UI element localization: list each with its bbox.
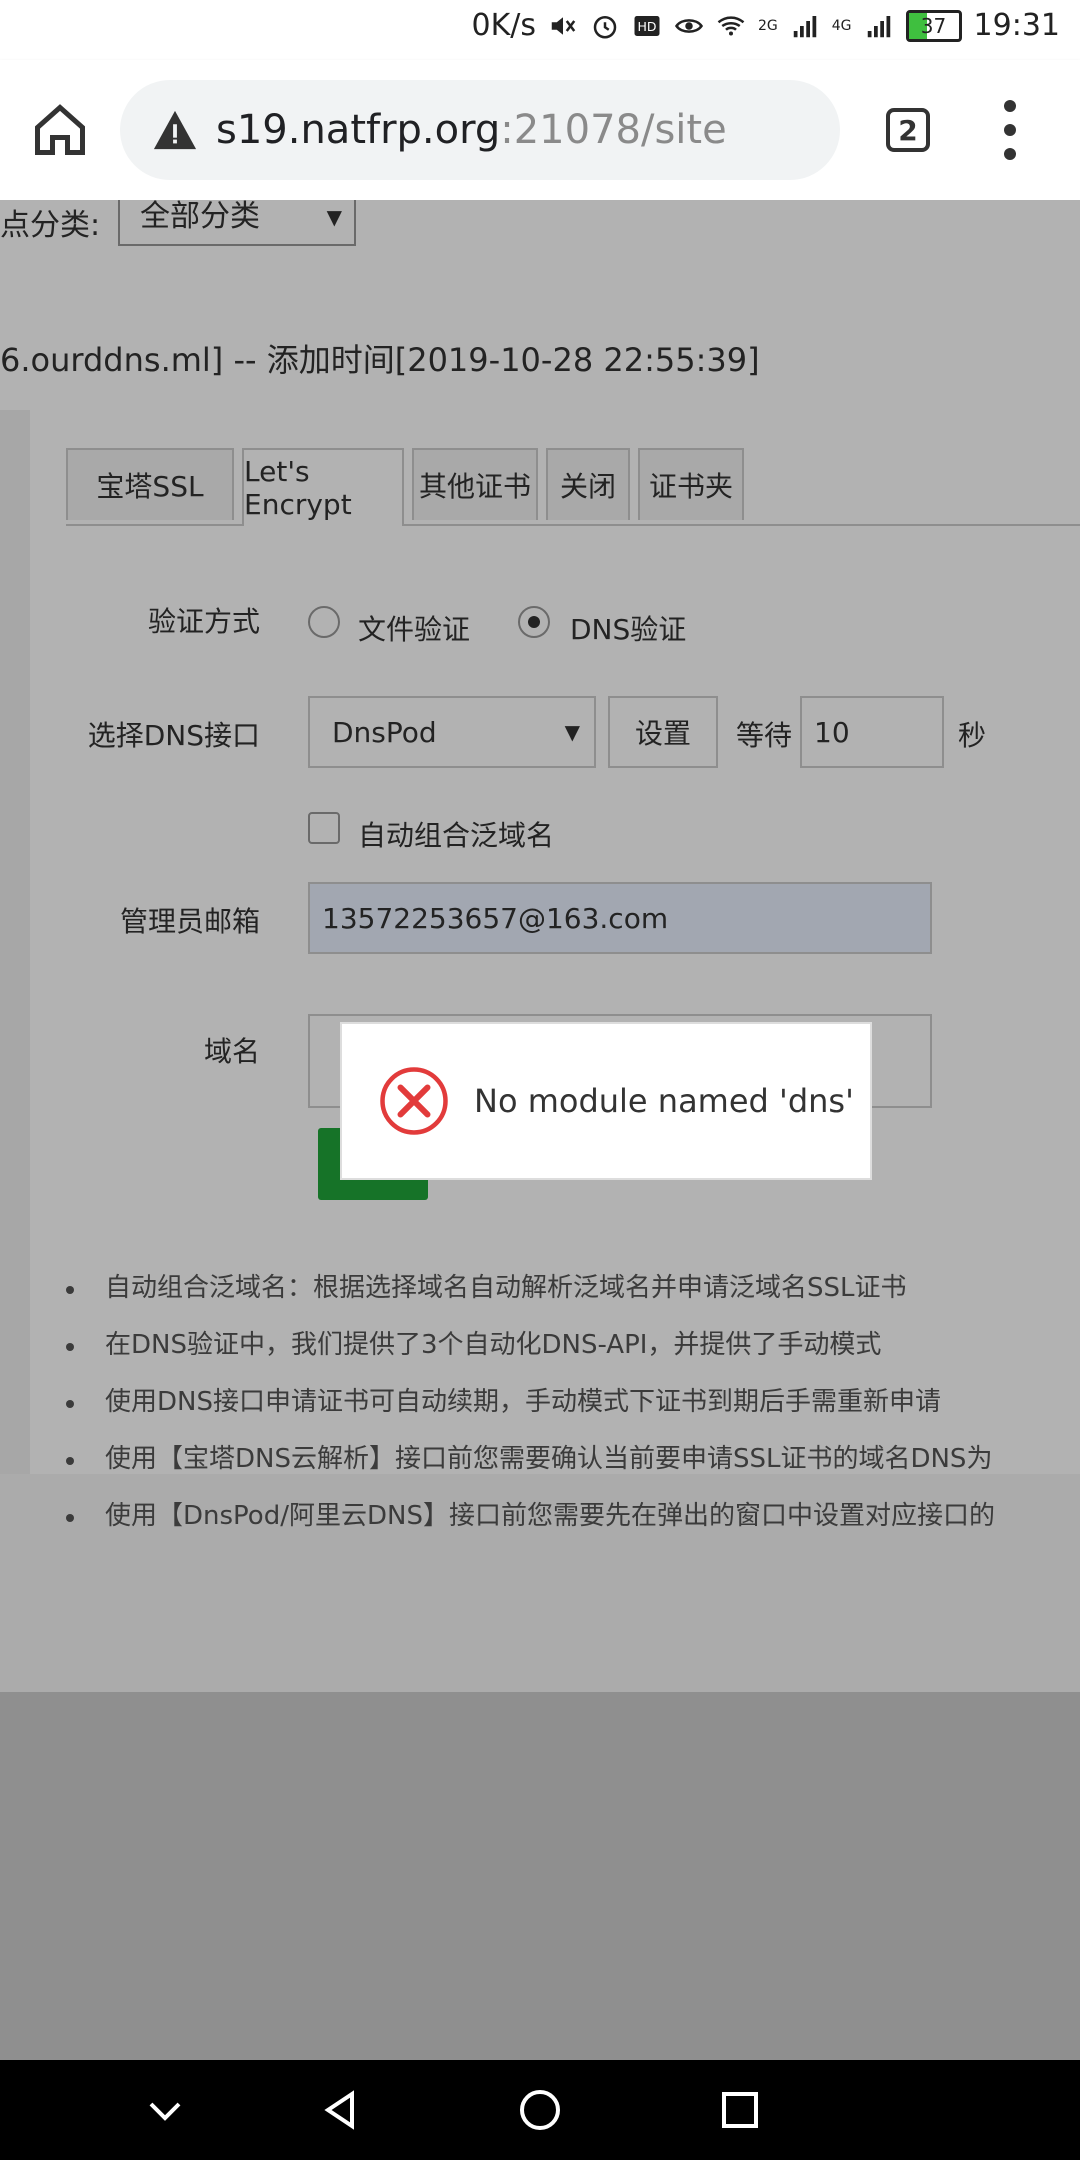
mute-icon <box>551 16 576 35</box>
hd-icon: HD <box>634 15 660 36</box>
page-footer-band <box>0 1692 1080 2060</box>
status-bar: 0K/s HD 2G 4G 37 19:31 <box>0 0 1080 60</box>
signal-icon <box>793 15 817 37</box>
signal-2g-label: 2G <box>758 17 778 34</box>
url-path: :21078/site <box>500 107 727 153</box>
signal-icon-2 <box>867 15 890 37</box>
battery-icon: 37 <box>905 9 962 42</box>
url-host: s19.natfrp.org <box>216 107 501 153</box>
browser-toolbar: s19.natfrp.org:21078/site 2 <box>0 60 1080 200</box>
error-x-icon <box>380 1067 448 1135</box>
more-menu-icon[interactable] <box>1000 100 1020 160</box>
network-speed: 0K/s <box>471 8 537 43</box>
clock: 19:31 <box>973 8 1060 43</box>
signal-4g-label: 4G <box>831 17 852 34</box>
wifi-icon <box>717 15 745 35</box>
error-message: No module named 'dns' <box>474 1082 854 1120</box>
home-circle-icon[interactable] <box>516 2086 564 2134</box>
tab-count: 2 <box>898 113 918 147</box>
alarm-icon <box>593 15 617 38</box>
back-icon[interactable] <box>316 2086 364 2134</box>
chevron-down-icon[interactable] <box>141 2086 189 2134</box>
url-text[interactable]: s19.natfrp.org:21078/site <box>216 107 727 153</box>
tab-switcher-button[interactable]: 2 <box>886 108 930 152</box>
status-icons: 0K/s HD 2G 4G 37 19:31 <box>472 8 1061 43</box>
error-dialog: No module named 'dns' <box>340 1022 872 1180</box>
address-bar[interactable]: s19.natfrp.org:21078/site <box>120 80 840 180</box>
system-nav-bar <box>0 2060 1080 2160</box>
eye-icon <box>674 18 704 33</box>
recents-icon[interactable] <box>716 2086 764 2134</box>
home-icon[interactable] <box>30 100 90 160</box>
warning-icon[interactable] <box>152 107 198 153</box>
svg-text:HD: HD <box>637 19 656 34</box>
